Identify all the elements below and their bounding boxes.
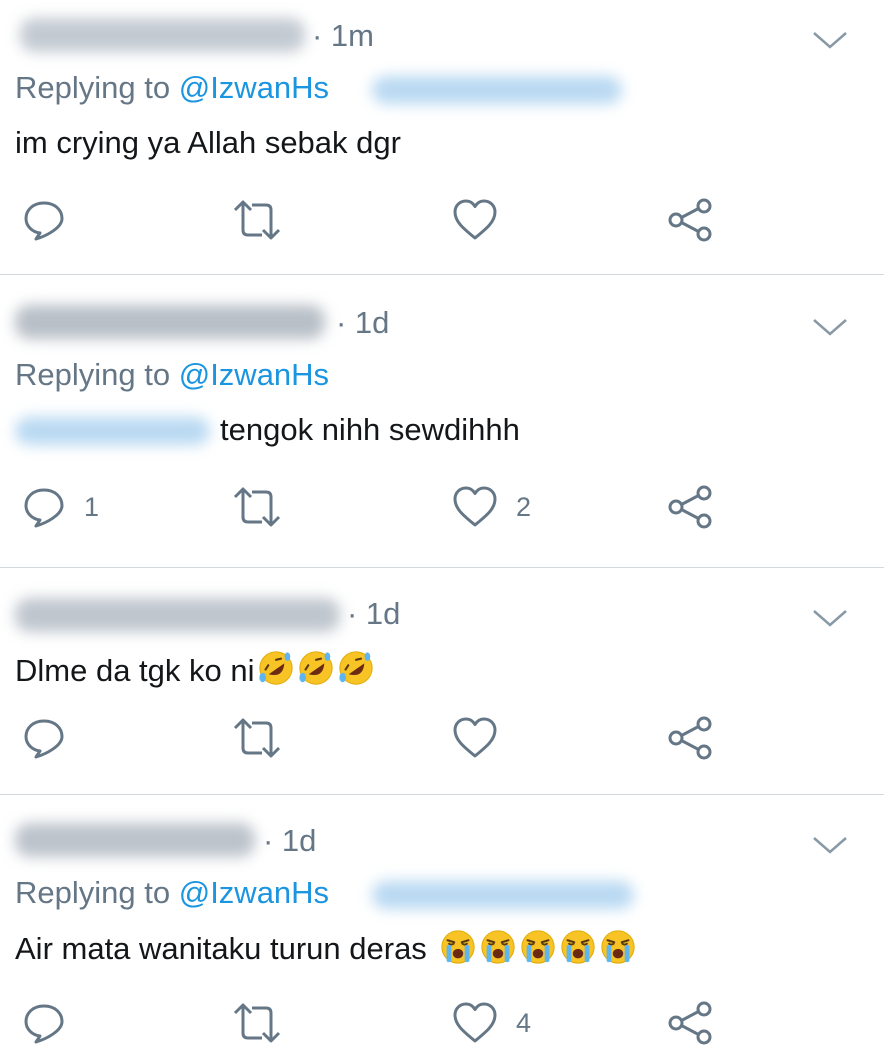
reply-icon: [24, 719, 64, 759]
retweet-button[interactable]: [232, 1001, 282, 1045]
tweet-timestamp: · 1d: [336, 305, 390, 340]
like-button[interactable]: [452, 716, 516, 760]
share-button[interactable]: [666, 1001, 714, 1045]
reply-count: 1: [84, 491, 100, 522]
tweet-timestamp: · 1m: [312, 18, 374, 53]
tweet-actions: [0, 198, 884, 242]
rofl-emoji: [337, 649, 375, 687]
loudly-crying-emoji: [559, 927, 597, 965]
loudly-crying-emoji: [599, 927, 637, 965]
like-icon: [453, 199, 497, 240]
tweet-timestamp: · 1d: [347, 596, 401, 631]
blurred-user-name[interactable]: [20, 18, 305, 52]
reply-handle-link[interactable]: @IzwanHs: [179, 875, 329, 910]
tweet-text: tengok nihh sewdihhh: [220, 412, 520, 447]
loudly-crying-emoji: [479, 927, 517, 965]
chevron-down-icon[interactable]: [812, 835, 848, 855]
share-icon: [668, 485, 712, 529]
tweet-actions: [0, 716, 884, 760]
like-button[interactable]: 4: [452, 1001, 531, 1045]
replying-to-line: Replying to @IzwanHs: [15, 70, 330, 105]
share-button[interactable]: [666, 198, 714, 242]
loudly-crying-emoji: [439, 927, 477, 965]
blurred-user-name[interactable]: [15, 598, 340, 632]
tweet[interactable]: · 1d Replying to @IzwanHs tengok nihh se…: [0, 275, 884, 568]
retweet-icon: [233, 487, 281, 527]
retweet-icon: [233, 718, 281, 758]
chevron-down-icon[interactable]: [812, 30, 848, 50]
emoji-group: [255, 651, 375, 688]
retweet-icon: [233, 200, 281, 240]
like-count: 2: [516, 491, 532, 522]
reply-button[interactable]: [22, 198, 84, 242]
chevron-down-icon[interactable]: [812, 608, 848, 628]
retweet-icon: [233, 1003, 281, 1043]
chevron-down-icon[interactable]: [812, 317, 848, 337]
like-icon: [453, 717, 497, 758]
like-count: 4: [516, 1007, 532, 1038]
like-icon: [453, 486, 497, 527]
blurred-mention[interactable]: [372, 76, 622, 104]
reply-button[interactable]: [22, 716, 84, 760]
tweet-text: im crying ya Allah sebak dgr: [15, 125, 401, 160]
tweet[interactable]: · 1m Replying to @IzwanHs im crying ya A…: [0, 0, 884, 275]
blurred-mention[interactable]: [372, 881, 634, 909]
blurred-mention[interactable]: [15, 417, 210, 445]
blurred-user-name[interactable]: [15, 305, 325, 339]
like-button[interactable]: 2: [452, 485, 531, 529]
share-icon: [668, 716, 712, 760]
tweet-timestamp: · 1d: [263, 823, 317, 858]
tweet[interactable]: · 1d Replying to @IzwanHs Air mata wanit…: [0, 795, 884, 1058]
reply-icon: [24, 1004, 64, 1044]
tweet[interactable]: · 1d Dlme da tgk ko ni: [0, 568, 884, 795]
reply-icon: [24, 488, 64, 528]
reply-handle-link[interactable]: @IzwanHs: [179, 357, 329, 392]
retweet-button[interactable]: [232, 485, 282, 529]
emoji-group: [437, 930, 637, 966]
reply-handle-link[interactable]: @IzwanHs: [179, 70, 329, 105]
reply-icon: [24, 201, 64, 241]
blurred-user-name[interactable]: [15, 823, 255, 857]
retweet-button[interactable]: [232, 198, 282, 242]
rofl-emoji: [297, 649, 335, 687]
rofl-emoji: [257, 649, 295, 687]
retweet-button[interactable]: [232, 716, 282, 760]
reply-button[interactable]: 1: [22, 485, 99, 529]
like-icon: [453, 1002, 497, 1043]
tweet-text: Air mata wanitaku turun deras: [15, 927, 637, 967]
share-icon: [668, 198, 712, 242]
replying-to-line: Replying to @IzwanHs: [15, 875, 330, 910]
like-button[interactable]: [452, 198, 516, 242]
replying-to-line: Replying to @IzwanHs: [15, 357, 330, 392]
reply-button[interactable]: [22, 1001, 84, 1045]
share-icon: [668, 1001, 712, 1045]
tweet-actions: 1 2: [0, 485, 884, 529]
share-button[interactable]: [666, 716, 714, 760]
loudly-crying-emoji: [519, 927, 557, 965]
tweet-text: Dlme da tgk ko ni: [15, 649, 375, 689]
tweet-actions: 4: [0, 1001, 884, 1045]
share-button[interactable]: [666, 485, 714, 529]
